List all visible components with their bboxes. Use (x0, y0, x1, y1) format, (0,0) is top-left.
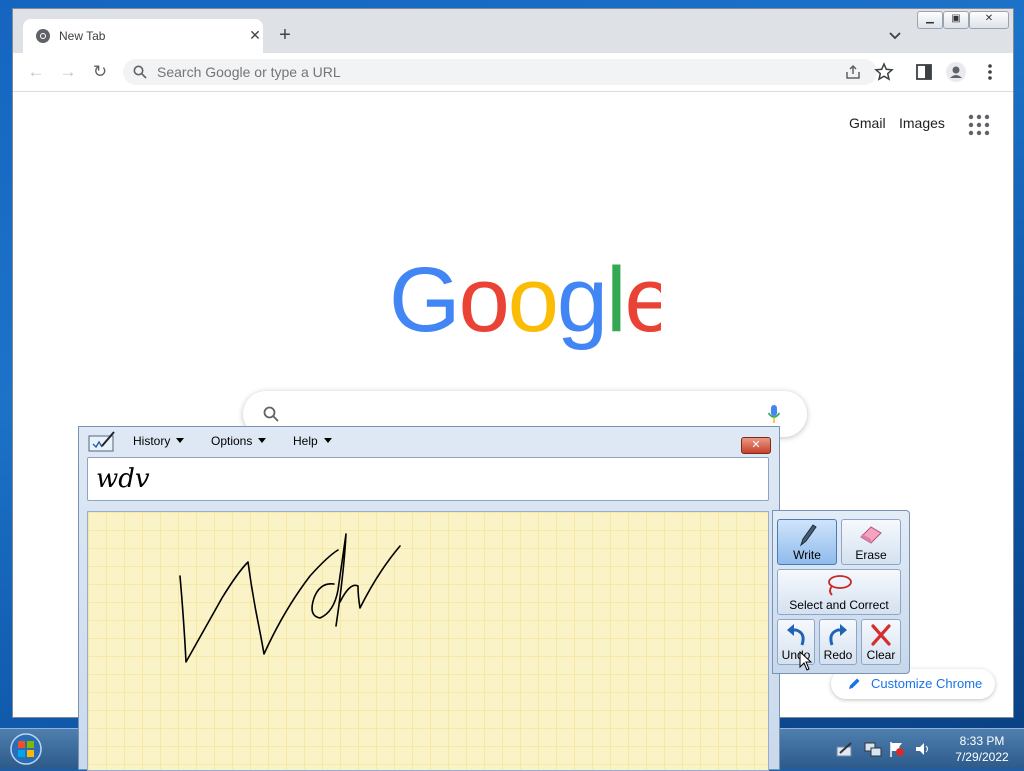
forward-button[interactable]: → (57, 61, 79, 83)
input-panel-close-button[interactable]: ✕ (741, 437, 771, 454)
window-controls: ▁ ▣ ✕ (917, 11, 1009, 29)
clock-time[interactable]: 8:33 PM (940, 734, 1024, 748)
options-menu[interactable]: Options (211, 434, 267, 448)
microphone-icon[interactable] (767, 404, 781, 424)
pen-icon (799, 524, 817, 547)
network-icon[interactable] (864, 740, 882, 758)
share-icon[interactable] (845, 64, 861, 80)
eraser-icon (860, 526, 882, 544)
input-panel-app-icon (88, 431, 115, 452)
volume-icon[interactable] (914, 740, 932, 758)
clear-label: Clear (866, 648, 896, 662)
select-and-correct-button[interactable]: Select and Correct (777, 569, 901, 615)
dropdown-caret-icon (323, 438, 332, 443)
clear-x-icon (871, 624, 891, 646)
bookmark-star-icon[interactable] (873, 61, 895, 83)
chrome-favicon-icon (36, 29, 50, 43)
history-menu-label: History (133, 434, 171, 448)
help-menu[interactable]: Help (293, 434, 332, 448)
profile-avatar-icon[interactable] (945, 61, 967, 83)
tab-strip: New Tab ✕ + ▁ ▣ ✕ (13, 9, 1013, 53)
start-button[interactable] (4, 731, 48, 767)
erase-button[interactable]: Erase (841, 519, 901, 565)
google-apps-grid-icon[interactable] (967, 113, 991, 137)
redo-label: Redo (823, 648, 853, 662)
input-panel-menubar: History Options Help ✕ (79, 427, 779, 455)
write-button[interactable]: Write (777, 519, 837, 565)
search-icon (133, 65, 147, 79)
tablet-input-panel: History Options Help ✕ wdv (78, 426, 780, 771)
svg-text:Google: Google (389, 257, 661, 351)
clock-date[interactable]: 7/29/2022 (940, 750, 1024, 764)
dropdown-caret-icon (176, 438, 185, 443)
mouse-cursor-icon (799, 651, 813, 671)
options-menu-label: Options (211, 434, 253, 448)
images-link[interactable]: Images (899, 115, 945, 131)
tab-title: New Tab (59, 29, 106, 43)
omnibox-input[interactable] (157, 59, 797, 85)
minimize-button[interactable]: ▁ (917, 11, 943, 29)
browser-toolbar: ← → ↻ (13, 53, 1013, 92)
write-label: Write (793, 548, 821, 562)
help-menu-label: Help (293, 434, 318, 448)
redo-button[interactable]: Redo (819, 619, 857, 665)
maximize-button[interactable]: ▣ (943, 11, 969, 29)
handwriting-ink-strokes (179, 533, 401, 663)
gmail-link[interactable]: Gmail (849, 115, 886, 131)
undo-arrow-icon (787, 624, 805, 646)
recognized-text-preview[interactable]: wdv (87, 457, 769, 501)
pen-input-icon[interactable] (836, 740, 854, 758)
handwriting-writing-pad[interactable] (87, 511, 769, 771)
action-center-flag-icon[interactable] (888, 740, 906, 758)
google-logo: Google (389, 257, 661, 351)
dropdown-caret-icon (258, 438, 267, 443)
pencil-icon (849, 678, 860, 689)
omnibox[interactable] (123, 59, 877, 85)
input-panel-tools: Write Erase Select and Correct Undo Redo… (772, 510, 910, 674)
recognized-text: wdv (96, 464, 150, 494)
new-tab-button[interactable]: + (275, 25, 295, 45)
clear-button[interactable]: Clear (861, 619, 901, 665)
erase-label: Erase (855, 548, 887, 562)
back-button[interactable]: ← (25, 61, 47, 83)
tab-new-tab[interactable]: New Tab ✕ (23, 19, 263, 53)
kebab-menu-icon[interactable] (979, 61, 1001, 83)
windows-orb-icon (10, 733, 42, 765)
customize-chrome-label: Customize Chrome (871, 676, 983, 691)
lasso-icon (828, 575, 852, 596)
redo-arrow-icon (829, 624, 847, 646)
close-window-button[interactable]: ✕ (969, 11, 1009, 29)
close-tab-icon[interactable]: ✕ (247, 27, 263, 43)
tab-search-chevron-icon[interactable] (887, 27, 903, 43)
side-panel-icon[interactable] (913, 61, 935, 83)
history-menu[interactable]: History (133, 434, 185, 448)
system-tray: 8:33 PM 7/29/2022 (830, 730, 1024, 768)
reload-button[interactable]: ↻ (89, 61, 111, 83)
search-icon (263, 406, 279, 422)
select-and-correct-label: Select and Correct (789, 598, 889, 612)
